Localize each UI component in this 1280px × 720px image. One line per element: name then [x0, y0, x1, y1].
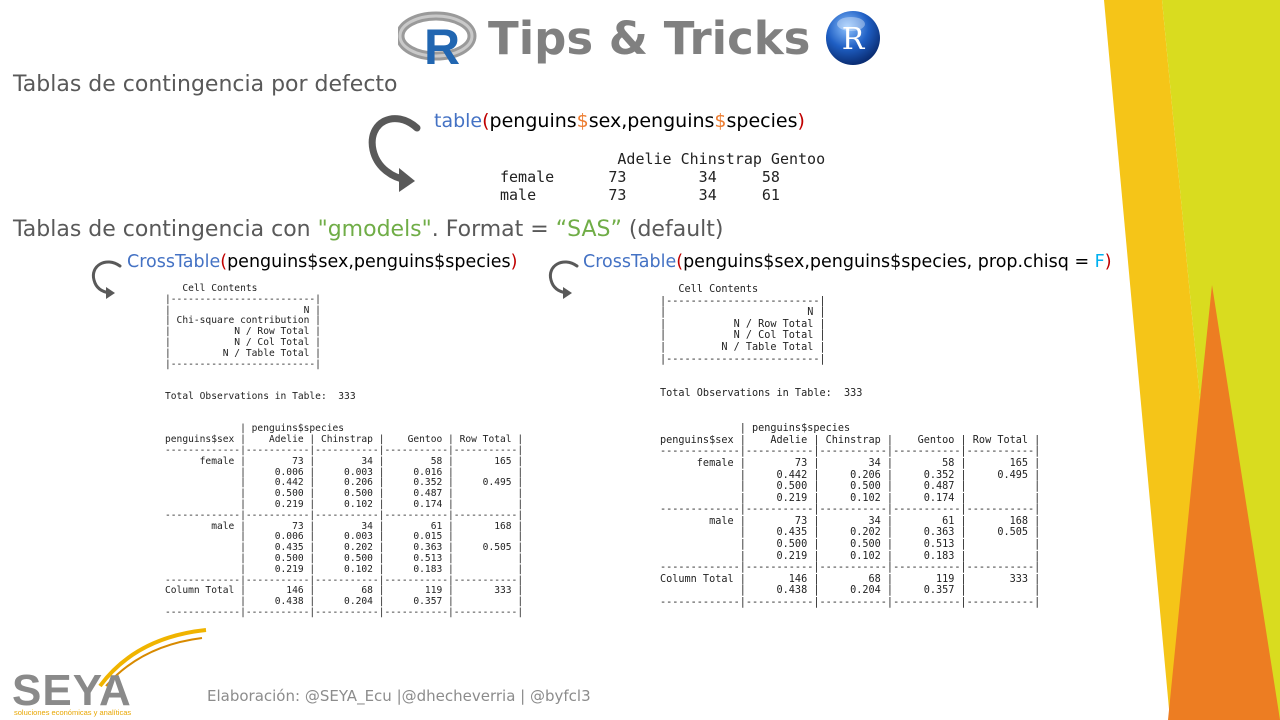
code-flag: F — [1094, 252, 1105, 272]
table-code-line: table(penguins$sex,penguins$species) — [434, 110, 805, 132]
crosstable-code-left: CrossTable(penguins$sex,penguins$species… — [127, 252, 518, 272]
crosstable-code-right: CrossTable(penguins$sex,penguins$species… — [583, 252, 1112, 272]
crosstable-output-left: Cell Contents |-------------------------… — [165, 283, 524, 618]
r-logo-letter: R — [424, 19, 460, 68]
crosstable-output-right: Cell Contents |-------------------------… — [660, 284, 1041, 609]
code-paren: ) — [797, 110, 805, 132]
section2-heading: Tablas de contingencia con "gmodels". Fo… — [13, 217, 723, 242]
page-title: Tips & Tricks — [488, 11, 811, 65]
code-arg: penguins$sex,penguins$species — [227, 252, 511, 272]
r-ball-letter: R — [842, 22, 866, 57]
section2-heading-prefix: Tablas de contingencia con — [13, 217, 318, 242]
code-arg: penguins — [489, 110, 577, 132]
format-value: “SAS” — [555, 217, 622, 242]
curved-arrow-icon — [91, 260, 122, 299]
code-arg: penguins$sex,penguins$species, prop.chis… — [683, 252, 1095, 272]
page-header: R Tips & Tricks R — [395, 6, 882, 75]
section2-heading-suffix: (default) — [621, 217, 724, 242]
code-function: CrossTable — [583, 252, 677, 272]
code-dollar: $ — [576, 110, 589, 132]
package-name: "gmodels" — [317, 217, 432, 242]
r-logo-icon: R — [395, 8, 478, 75]
section2-heading-mid: . Format = — [431, 217, 556, 242]
code-arg: species — [726, 110, 798, 132]
decorative-corner-shapes — [1104, 0, 1280, 720]
code-arg: sex,penguins — [588, 110, 715, 132]
code-paren: ) — [1104, 252, 1112, 272]
code-function: CrossTable — [127, 252, 221, 272]
seya-logo: SEYA soluciones económicas y analíticas — [8, 628, 208, 720]
section1-heading: Tablas de contingencia por defecto — [13, 72, 398, 97]
code-paren: ( — [482, 110, 490, 132]
code-dollar: $ — [714, 110, 727, 132]
curved-arrow-icon — [548, 260, 579, 299]
curved-arrow-icon — [368, 115, 421, 192]
table-output: Adelie Chinstrap Gentoo female 73 34 58 … — [500, 150, 826, 204]
r-ball-icon: R — [824, 9, 882, 67]
code-paren: ) — [510, 252, 518, 272]
code-function: table — [434, 110, 483, 132]
footer-credit: Elaboración: @SEYA_Ecu |@dhecheverria | … — [207, 687, 591, 705]
logo-subtitle: soluciones económicas y analíticas — [14, 708, 132, 717]
